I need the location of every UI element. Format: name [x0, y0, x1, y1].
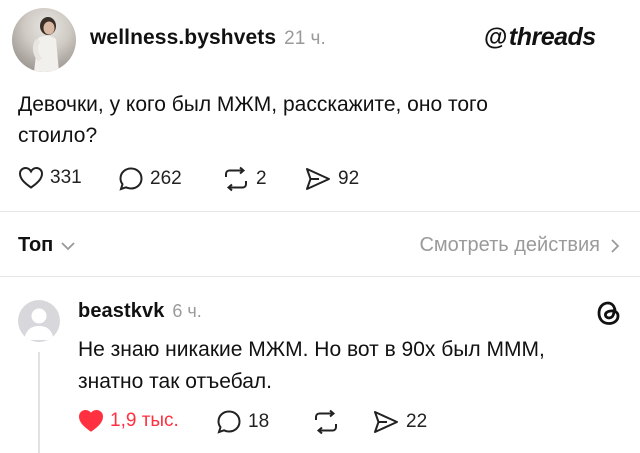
- repost-icon: [315, 409, 337, 435]
- repost-count: 2: [256, 168, 267, 189]
- share-button[interactable]: 92: [304, 166, 359, 192]
- threads-logo-icon: [597, 301, 620, 325]
- share-count: 92: [338, 168, 360, 189]
- reply-comment-button[interactable]: 18: [216, 409, 269, 435]
- post-username[interactable]: wellness.byshvets: [90, 26, 276, 50]
- comment-button[interactable]: 262: [118, 166, 182, 192]
- post-text-line: стоило?: [18, 124, 98, 147]
- like-count: 331: [50, 167, 82, 188]
- reply-author-line: beastkvk 6 ч.: [78, 300, 202, 323]
- sort-dropdown[interactable]: Топ: [18, 234, 77, 257]
- reply-text-line: знатно так отъебал.: [78, 370, 272, 393]
- like-button[interactable]: 331: [18, 166, 82, 190]
- heart-icon: [18, 166, 44, 189]
- post-author-line: wellness.byshvets 21 ч.: [90, 26, 326, 50]
- reply-like-button[interactable]: 1,9 тыс.: [78, 409, 179, 433]
- view-activity-link[interactable]: Смотреть действия: [419, 234, 622, 257]
- reply-share-button[interactable]: 22: [372, 409, 427, 435]
- heart-icon: [78, 409, 104, 432]
- share-icon: [374, 411, 398, 433]
- reply-share-count: 22: [406, 411, 428, 432]
- reply-text-line: Не знаю никакие МЖМ. Но вот в 90х был ММ…: [78, 338, 545, 361]
- reply-like-count: 1,9 тыс.: [110, 410, 179, 431]
- author-photo: [32, 17, 59, 72]
- reply-repost-button[interactable]: [312, 409, 346, 435]
- threads-logo: @ threads: [484, 23, 596, 52]
- comment-bubble-icon: [119, 167, 143, 191]
- reply-avatar[interactable]: [18, 300, 60, 342]
- reply-time: 6 ч.: [172, 301, 202, 321]
- chevron-right-icon: [611, 238, 620, 253]
- repost-icon: [225, 166, 247, 192]
- sort-label: Топ: [18, 234, 54, 256]
- share-icon: [306, 168, 330, 190]
- reply-body: Не знаю никакие МЖМ. Но вот в 90х был ММ…: [78, 334, 618, 398]
- post-body: Девочки, у кого был МЖМ, расскажите, оно…: [18, 89, 598, 151]
- reply-comment-count: 18: [248, 411, 270, 432]
- threads-logo-text: threads: [508, 23, 596, 51]
- chevron-down-icon: [61, 241, 75, 250]
- view-activity-label: Смотреть действия: [419, 234, 600, 256]
- threads-logo-icon: @: [484, 23, 507, 51]
- threads-badge: [594, 298, 624, 333]
- post-time: 21 ч.: [284, 28, 326, 49]
- comment-bubble-icon: [217, 410, 241, 434]
- post-text-line: Девочки, у кого был МЖМ, расскажите, оно…: [18, 93, 488, 116]
- comment-count: 262: [150, 168, 182, 189]
- author-avatar[interactable]: [12, 8, 76, 72]
- divider: [0, 276, 640, 277]
- divider: [0, 211, 640, 212]
- thread-line: [38, 352, 40, 453]
- repost-button[interactable]: 2: [222, 166, 267, 192]
- reply-username[interactable]: beastkvk: [78, 300, 164, 323]
- default-user-icon: [24, 308, 54, 340]
